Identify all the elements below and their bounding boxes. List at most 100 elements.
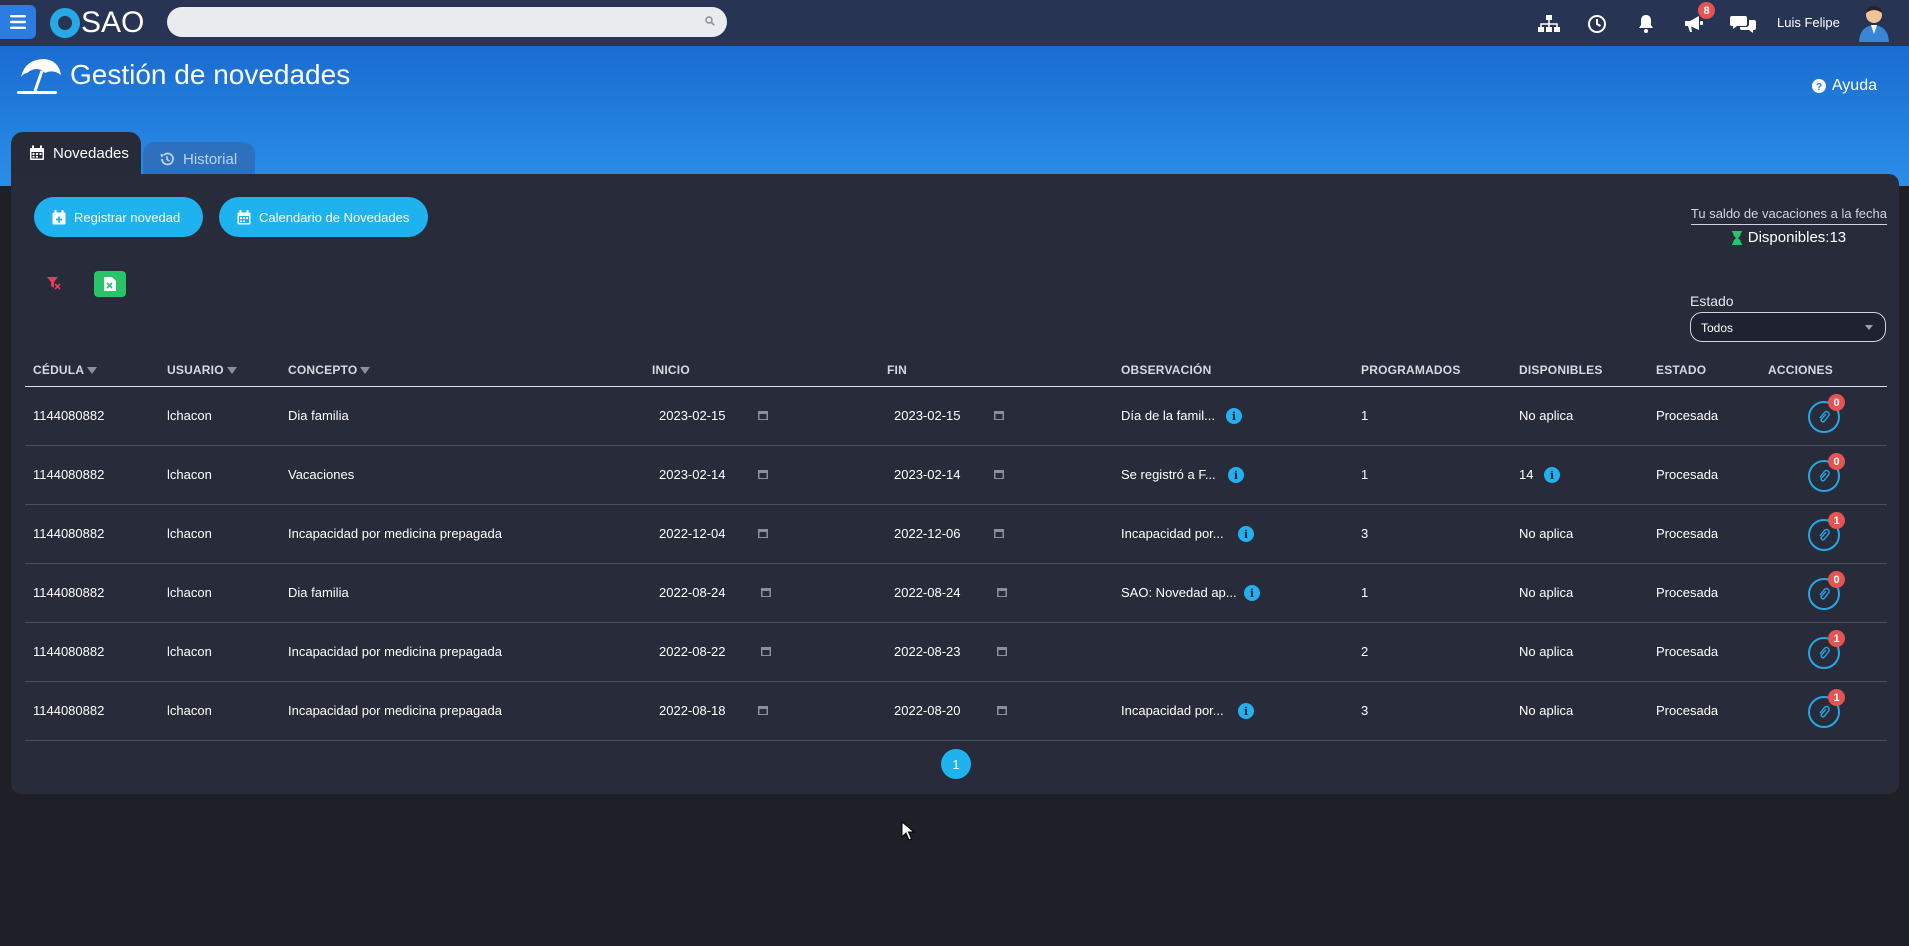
history-icon — [160, 152, 174, 166]
chat-icon[interactable] — [1730, 12, 1756, 36]
paperclip-icon — [1819, 469, 1830, 482]
bell-icon[interactable] — [1633, 12, 1659, 36]
vacation-balance-title: Tu saldo de vacaciones a la fecha — [1690, 206, 1887, 225]
estado-filter-select[interactable]: Todos — [1690, 312, 1886, 342]
calendar-icon[interactable] — [997, 705, 1007, 715]
cell-inicio: 2022-08-18 — [659, 703, 726, 718]
cell-fin: 2023-02-15 — [894, 408, 961, 423]
tab-historial[interactable]: Historial — [143, 142, 255, 176]
app-name: SAO — [81, 6, 145, 39]
column-header-label: ACCIONES — [1768, 363, 1833, 377]
sort-icon[interactable] — [360, 366, 371, 374]
info-icon[interactable]: i — [1238, 703, 1254, 719]
calendar-icon[interactable] — [758, 528, 768, 538]
clock-icon[interactable] — [1584, 12, 1610, 36]
calendar-icon[interactable] — [997, 646, 1007, 656]
info-icon[interactable]: i — [1244, 585, 1260, 601]
cell-concepto: Incapacidad por medicina prepagada — [288, 703, 502, 718]
cell-observacion: Día de la famil... — [1121, 408, 1215, 423]
clear-filter-icon[interactable] — [47, 276, 61, 290]
vacation-balance: Tu saldo de vacaciones a la fecha Dispon… — [1690, 206, 1887, 246]
cell-usuario: lchacon — [167, 703, 212, 718]
mouse-cursor-icon — [901, 821, 915, 841]
cell-cedula: 1144080882 — [33, 585, 105, 600]
info-icon[interactable]: i — [1238, 526, 1254, 542]
search-input[interactable] — [167, 7, 727, 37]
attachments-count-badge: 1 — [1828, 512, 1845, 529]
hamburger-menu-button[interactable] — [0, 5, 36, 39]
calendar-icon[interactable] — [758, 469, 768, 479]
calendar-icon[interactable] — [758, 410, 768, 420]
cell-concepto: Incapacidad por medicina prepagada — [288, 526, 502, 541]
column-header-acciones: ACCIONES — [1768, 363, 1833, 377]
avatar[interactable] — [1856, 4, 1892, 42]
cell-concepto: Dia familia — [288, 585, 349, 600]
attachments-count-badge: 0 — [1828, 453, 1845, 470]
vacation-balance-value: Disponibles:13 — [1747, 229, 1847, 246]
cell-disponibles: No aplica — [1519, 408, 1574, 423]
cell-fin: 2022-08-24 — [894, 585, 961, 600]
cell-estado: Procesada — [1656, 703, 1719, 718]
column-header-usuario[interactable]: USUARIO — [167, 363, 237, 377]
column-header-label: CÉDULA — [33, 363, 85, 377]
estado-filter-value: Todos — [1701, 321, 1734, 335]
file-excel-icon — [104, 277, 116, 291]
cell-fin: 2022-12-06 — [894, 526, 961, 541]
pagination-page-button[interactable]: 1 — [941, 749, 971, 779]
cell-estado: Procesada — [1656, 408, 1719, 423]
sort-icon[interactable] — [87, 366, 98, 374]
column-header-concepto[interactable]: CONCEPTO — [288, 363, 371, 377]
column-header-programados: PROGRAMADOS — [1361, 363, 1461, 377]
calendar-icon[interactable] — [761, 587, 771, 597]
table-row[interactable]: 1144080882 lchacon Incapacidad por medic… — [25, 623, 1887, 682]
cell-inicio: 2022-12-04 — [659, 526, 726, 541]
cell-cedula: 1144080882 — [33, 467, 105, 482]
cell-inicio: 2022-08-22 — [659, 644, 726, 659]
column-header-cedula[interactable]: CÉDULA — [33, 363, 98, 377]
cell-programados: 1 — [1361, 467, 1369, 482]
calendar-icon[interactable] — [994, 528, 1004, 538]
logo-mark-icon — [50, 8, 80, 38]
org-chart-icon[interactable] — [1536, 12, 1562, 36]
app-logo[interactable]: SAO — [50, 4, 144, 42]
table-row[interactable]: 1144080882 lchacon Incapacidad por medic… — [25, 505, 1887, 564]
cell-cedula: 1144080882 — [33, 408, 105, 423]
attachments-count-badge: 1 — [1828, 630, 1845, 647]
info-icon[interactable]: i — [1544, 467, 1560, 483]
sort-icon[interactable] — [226, 366, 237, 374]
tab-novedades[interactable]: Novedades — [11, 132, 141, 174]
column-header-label: PROGRAMADOS — [1361, 363, 1461, 377]
cell-programados: 3 — [1361, 703, 1369, 718]
table-row[interactable]: 1144080882 lchacon Vacaciones 2023-02-14… — [25, 446, 1887, 505]
calendar-novedades-button[interactable]: Calendario de Novedades — [219, 197, 428, 237]
cell-disponibles: 14 — [1519, 467, 1534, 482]
user-name[interactable]: Luis Felipe — [1777, 15, 1840, 30]
cell-usuario: lchacon — [167, 408, 212, 423]
search-icon[interactable] — [705, 16, 715, 26]
question-circle-icon: ? — [1811, 79, 1826, 93]
info-icon[interactable]: i — [1226, 408, 1242, 424]
calendar-icon[interactable] — [758, 705, 768, 715]
cell-observacion: SAO: Novedad ap... — [1121, 585, 1237, 600]
help-link[interactable]: ? Ayuda — [1811, 77, 1877, 95]
table-row[interactable]: 1144080882 lchacon Dia familia 2023-02-1… — [25, 387, 1887, 446]
paperclip-icon — [1819, 705, 1830, 718]
calendar-icon — [237, 209, 251, 224]
cell-programados: 2 — [1361, 644, 1369, 659]
calendar-icon[interactable] — [994, 410, 1004, 420]
column-header-fin: FIN — [887, 363, 907, 377]
calendar-icon[interactable] — [997, 587, 1007, 597]
export-excel-button[interactable] — [94, 271, 126, 297]
info-icon[interactable]: i — [1228, 467, 1244, 483]
table-row[interactable]: 1144080882 lchacon Dia familia 2022-08-2… — [25, 564, 1887, 623]
paperclip-icon — [1819, 528, 1830, 541]
calendar-icon[interactable] — [994, 469, 1004, 479]
cell-observacion: Se registró a F... — [1121, 467, 1216, 482]
cell-estado: Procesada — [1656, 526, 1719, 541]
cell-inicio: 2022-08-24 — [659, 585, 726, 600]
register-novedad-button[interactable]: Registrar novedad — [34, 197, 203, 237]
cell-usuario: lchacon — [167, 526, 212, 541]
table-row[interactable]: 1144080882 lchacon Incapacidad por medic… — [25, 682, 1887, 741]
calendar-icon[interactable] — [761, 646, 771, 656]
cell-inicio: 2023-02-14 — [659, 467, 726, 482]
